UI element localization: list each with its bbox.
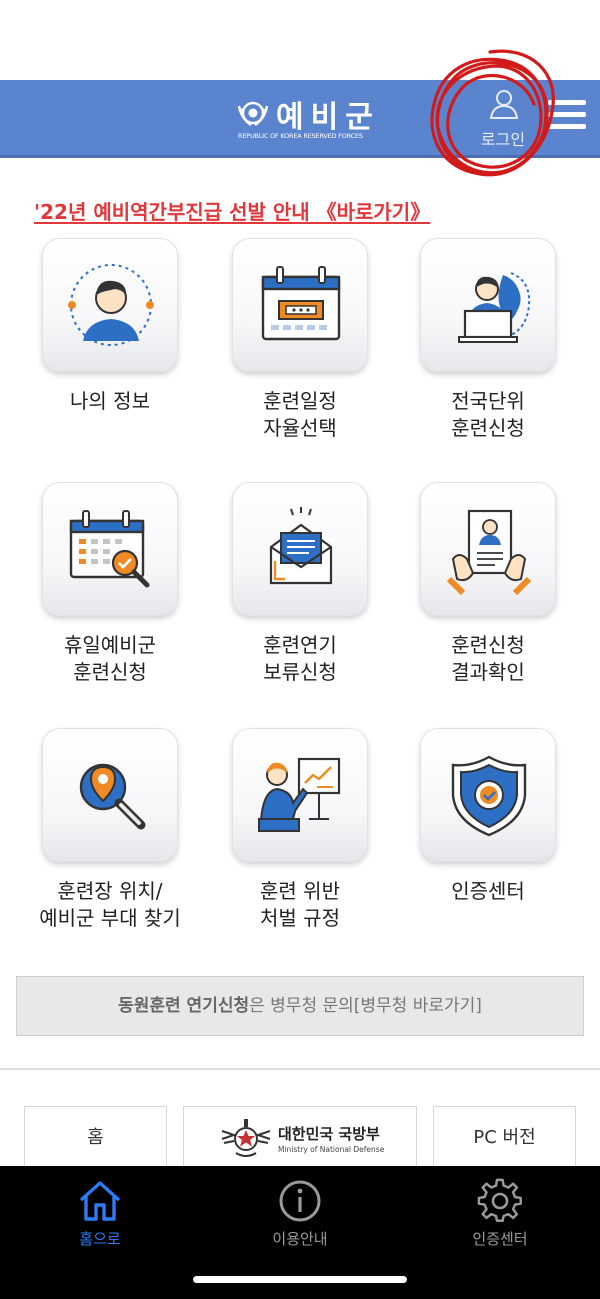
tile-label: 훈련신청 결과확인 <box>451 633 525 684</box>
nationwide-laptop-icon <box>458 272 531 343</box>
tile-label: 전국단위 훈련신청 <box>451 389 525 440</box>
document-check-icon <box>446 509 532 596</box>
tab-certification[interactable]: 인증센터 <box>430 1174 570 1254</box>
envelope-icon <box>269 507 333 585</box>
mnd-title: 대한민국 국방부 <box>278 1125 380 1143</box>
profile-icon <box>68 264 154 346</box>
tile-label: 훈련일정 자율선택 <box>263 389 337 440</box>
tab-label: 인증센터 <box>472 1230 528 1248</box>
tile-label: 휴일예비군 훈련신청 <box>64 633 156 684</box>
tile-label: 나의 정보 <box>70 389 150 413</box>
tab-home[interactable]: 홈으로 <box>30 1174 170 1254</box>
holiday-calendar-icon <box>69 510 150 588</box>
mnd-link-button[interactable]: 대한민국 국방부 Ministry of National Defense <box>183 1106 417 1170</box>
notice-link[interactable]: '22년 예비역간부진급 선발 안내 《바로가기》 <box>34 196 430 225</box>
home-indicator[interactable] <box>193 1276 407 1283</box>
logo-subtitle: REPUBLIC OF KOREA RESERVED FORCES <box>238 132 363 140</box>
footer-divider <box>0 1068 600 1070</box>
shield-check-icon <box>451 755 527 837</box>
tile-label: 훈련장 위치/ 예비군 부대 찾기 <box>39 879 181 930</box>
ministry-emblem-icon <box>221 1119 271 1157</box>
tab-label: 이용안내 <box>272 1230 328 1248</box>
map-search-icon <box>79 763 146 830</box>
status-bar-area <box>0 0 600 80</box>
emblem-icon <box>237 101 269 126</box>
home-link-button[interactable]: 홈 <box>24 1106 167 1170</box>
app-header: 예비군 REPUBLIC OF KOREA RESERVED FORCES 로그… <box>0 80 600 158</box>
pc-version-button[interactable]: PC 버전 <box>433 1106 576 1170</box>
mnd-subtitle: Ministry of National Defense <box>278 1145 385 1154</box>
gear-icon <box>477 1178 522 1222</box>
tile-label: 훈련연기 보류신청 <box>263 633 337 684</box>
calendar-icon <box>261 266 341 341</box>
tile-label: 인증센터 <box>451 879 525 903</box>
reserve-forces-logo[interactable]: 예비군 REPUBLIC OF KOREA RESERVED FORCES <box>236 90 373 146</box>
presenter-icon <box>258 757 341 832</box>
info-icon <box>279 1180 321 1222</box>
home-icon <box>79 1181 121 1221</box>
hamburger-menu-icon[interactable] <box>548 100 586 134</box>
user-icon <box>489 90 519 119</box>
logo-title: 예비군 <box>276 100 380 135</box>
tile-label: 훈련 위반 처벌 규정 <box>260 879 340 930</box>
tab-label: 홈으로 <box>79 1230 121 1248</box>
tab-usage-guide[interactable]: 이용안내 <box>230 1174 370 1254</box>
login-button[interactable]: 로그인 <box>468 86 538 150</box>
login-label: 로그인 <box>480 130 526 149</box>
mobilization-link[interactable]: 동원훈련 연기신청은 병무청 문의[병무청 바로가기] <box>16 976 584 1036</box>
